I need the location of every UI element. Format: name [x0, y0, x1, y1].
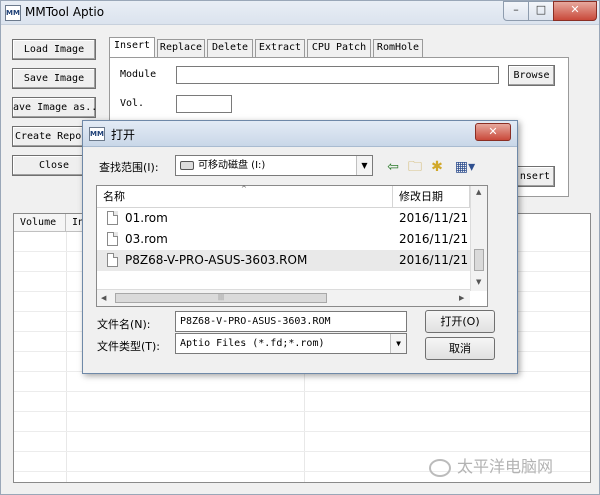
list-item[interactable] — [14, 432, 590, 452]
filename-label: 文件名(N): — [97, 318, 151, 331]
filename-input[interactable]: P8Z68-V-PRO-ASUS-3603.ROM — [175, 311, 407, 332]
module-label: Module — [120, 69, 157, 80]
scroll-right-icon[interactable]: ▶ — [459, 294, 464, 302]
filetype-dropdown[interactable]: Aptio Files (*.fd;*.rom) ▼ — [175, 333, 407, 354]
minimize-button[interactable]: – — [503, 1, 529, 21]
file-name: 01.rom — [125, 211, 168, 225]
file-row-selected[interactable]: P8Z68-V-PRO-ASUS-3603.ROM 2016/11/21 14:… — [97, 250, 487, 271]
tab-replace[interactable]: Replace — [157, 39, 205, 57]
filetype-value: Aptio Files (*.fd;*.rom) — [180, 338, 325, 349]
horizontal-scrollbar[interactable]: ◀ ||| ▶ — [97, 289, 470, 306]
browse-button[interactable]: Browse — [508, 65, 555, 86]
close-window-button[interactable]: ✕ — [553, 1, 597, 21]
drive-icon — [180, 160, 194, 170]
vertical-scrollbar[interactable]: ▲ ▼ — [470, 186, 487, 291]
list-item[interactable] — [14, 372, 590, 392]
vol-field[interactable] — [176, 95, 232, 113]
vertical-scroll-thumb[interactable] — [474, 249, 484, 271]
look-in-value: 可移动磁盘 (I:) — [198, 160, 266, 171]
file-name: 03.rom — [125, 232, 168, 246]
dialog-title: 打开 — [111, 128, 136, 142]
tab-extract[interactable]: Extract — [255, 39, 305, 57]
app-icon: MM — [5, 5, 21, 21]
list-item[interactable] — [14, 392, 590, 412]
file-icon — [107, 211, 118, 225]
open-file-dialog: MM 打开 ✕ 查找范围(I): 可移动磁盘 (I:) ▼ ⇦ 🗀 ✱ ▦▾ 名… — [82, 120, 518, 374]
watermark: 太平洋电脑网 — [429, 453, 553, 477]
tab-insert[interactable]: Insert — [109, 37, 155, 58]
dialog-close-button[interactable]: ✕ — [475, 123, 511, 141]
horizontal-scroll-thumb[interactable]: ||| — [115, 293, 327, 303]
watermark-text: 太平洋电脑网 — [457, 457, 554, 476]
file-name: P8Z68-V-PRO-ASUS-3603.ROM — [125, 253, 308, 267]
tab-cpu-patch[interactable]: CPU Patch — [307, 39, 371, 57]
sort-arrow-icon: ^ — [241, 185, 247, 193]
file-row[interactable]: 01.rom 2016/11/21 14:3 — [97, 208, 487, 229]
filetype-label: 文件类型(T): — [97, 340, 161, 353]
cancel-button[interactable]: 取消 — [425, 337, 495, 360]
dialog-title-bar: MM 打开 ✕ — [83, 121, 517, 147]
view-menu-icon[interactable]: ▦▾ — [451, 157, 479, 177]
tab-romhole[interactable]: RomHole — [373, 39, 423, 57]
maximize-button[interactable]: □ — [528, 1, 554, 21]
column-volume[interactable]: Volume — [14, 214, 66, 232]
title-bar: MM MMTool Aptio – □ ✕ — [1, 1, 599, 25]
vol-label: Vol. — [120, 98, 145, 109]
open-button[interactable]: 打开(O) — [425, 310, 495, 333]
dialog-app-icon: MM — [89, 127, 105, 141]
wechat-icon — [429, 458, 451, 477]
module-field[interactable] — [176, 66, 499, 84]
list-item[interactable] — [14, 412, 590, 432]
save-image-as-button[interactable]: Save Image as.. — [12, 97, 96, 118]
load-image-button[interactable]: Load Image — [12, 39, 96, 60]
back-icon[interactable]: ⇦ — [383, 157, 403, 177]
file-icon — [107, 253, 118, 267]
look-in-label: 查找范围(I): — [99, 161, 159, 174]
scroll-down-icon[interactable]: ▼ — [476, 278, 481, 286]
scroll-left-icon[interactable]: ◀ — [101, 294, 106, 302]
scroll-up-icon[interactable]: ▲ — [476, 188, 481, 196]
window-title: MMTool Aptio — [25, 5, 105, 19]
tab-delete[interactable]: Delete — [207, 39, 253, 57]
file-row[interactable]: 03.rom 2016/11/21 14:3 — [97, 229, 487, 250]
up-folder-icon[interactable]: 🗀 — [405, 157, 425, 177]
look-in-dropdown[interactable]: 可移动磁盘 (I:) ▼ — [175, 155, 373, 176]
file-list[interactable]: 名称 修改日期 ^ 01.rom 2016/11/21 14:3 03.rom … — [96, 185, 488, 307]
column-date[interactable]: 修改日期 — [393, 186, 470, 208]
file-icon — [107, 232, 118, 246]
new-folder-icon[interactable]: ✱ — [427, 157, 447, 177]
chevron-down-icon: ▼ — [390, 334, 406, 353]
save-image-button[interactable]: Save Image — [12, 68, 96, 89]
chevron-down-icon: ▼ — [356, 156, 372, 175]
